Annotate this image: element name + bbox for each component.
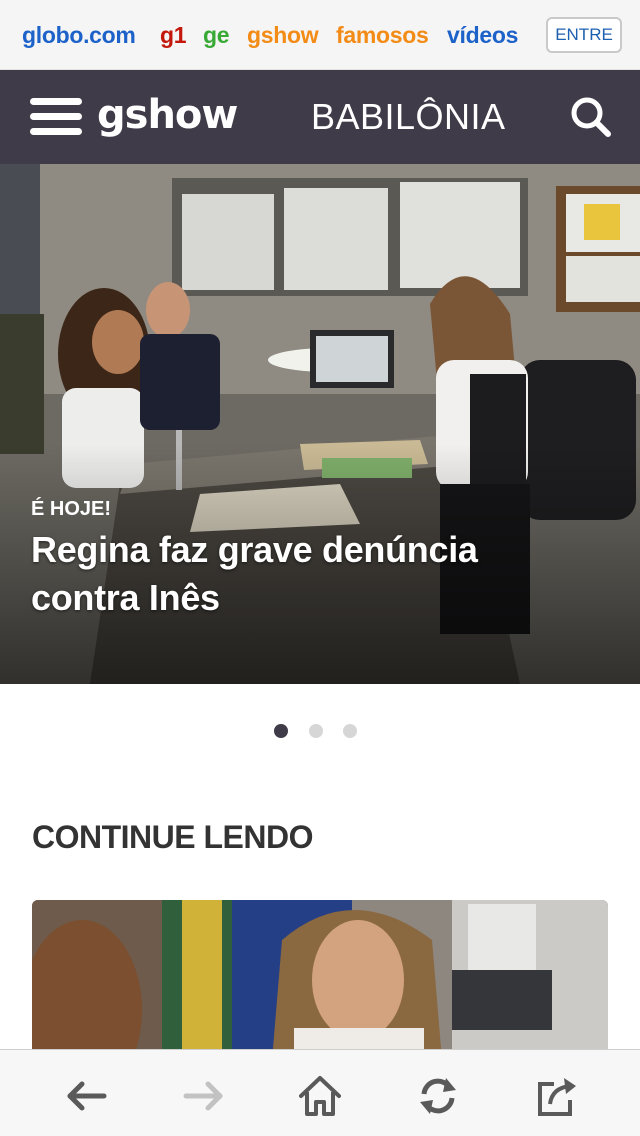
continue-reading-heading: CONTINUE LENDO bbox=[32, 819, 314, 855]
article-image bbox=[32, 900, 608, 1060]
article-card-image[interactable] bbox=[32, 900, 608, 1060]
portal-bar: globo.com g1 ge gshow famosos vídeos ENT… bbox=[0, 0, 640, 70]
show-title[interactable]: BABILÔNIA bbox=[311, 96, 506, 138]
portal-link-globo[interactable]: globo.com bbox=[22, 20, 136, 50]
home-icon[interactable] bbox=[298, 1074, 342, 1118]
forward-arrow-icon[interactable] bbox=[182, 1074, 226, 1118]
portal-link-gshow[interactable]: gshow bbox=[247, 20, 319, 50]
search-icon[interactable] bbox=[570, 96, 612, 138]
hero-carousel-slide[interactable]: É HOJE! Regina faz grave denúncia contra… bbox=[0, 164, 640, 684]
brand-logo[interactable]: gshow bbox=[97, 93, 238, 137]
page: globo.com g1 ge gshow famosos vídeos ENT… bbox=[0, 0, 640, 1136]
hero-tag: É HOJE! bbox=[31, 498, 112, 520]
back-arrow-icon[interactable] bbox=[64, 1074, 108, 1118]
carousel-dot-1[interactable] bbox=[274, 724, 288, 738]
portal-link-videos[interactable]: vídeos bbox=[447, 20, 518, 50]
carousel-dot-3[interactable] bbox=[343, 724, 357, 738]
site-header: gshow BABILÔNIA bbox=[0, 70, 640, 164]
portal-link-famosos[interactable]: famosos bbox=[336, 20, 429, 50]
share-icon[interactable] bbox=[534, 1074, 578, 1118]
hamburger-menu-icon[interactable] bbox=[30, 98, 82, 136]
refresh-icon[interactable] bbox=[416, 1074, 460, 1118]
login-button[interactable]: ENTRE bbox=[546, 17, 622, 53]
carousel-dot-2[interactable] bbox=[309, 724, 323, 738]
portal-link-g1[interactable]: g1 bbox=[160, 20, 187, 50]
portal-link-ge[interactable]: ge bbox=[203, 20, 230, 50]
browser-toolbar bbox=[0, 1049, 640, 1136]
carousel-pagination bbox=[274, 724, 364, 738]
hero-headline[interactable]: Regina faz grave denúncia contra Inês bbox=[31, 526, 591, 622]
